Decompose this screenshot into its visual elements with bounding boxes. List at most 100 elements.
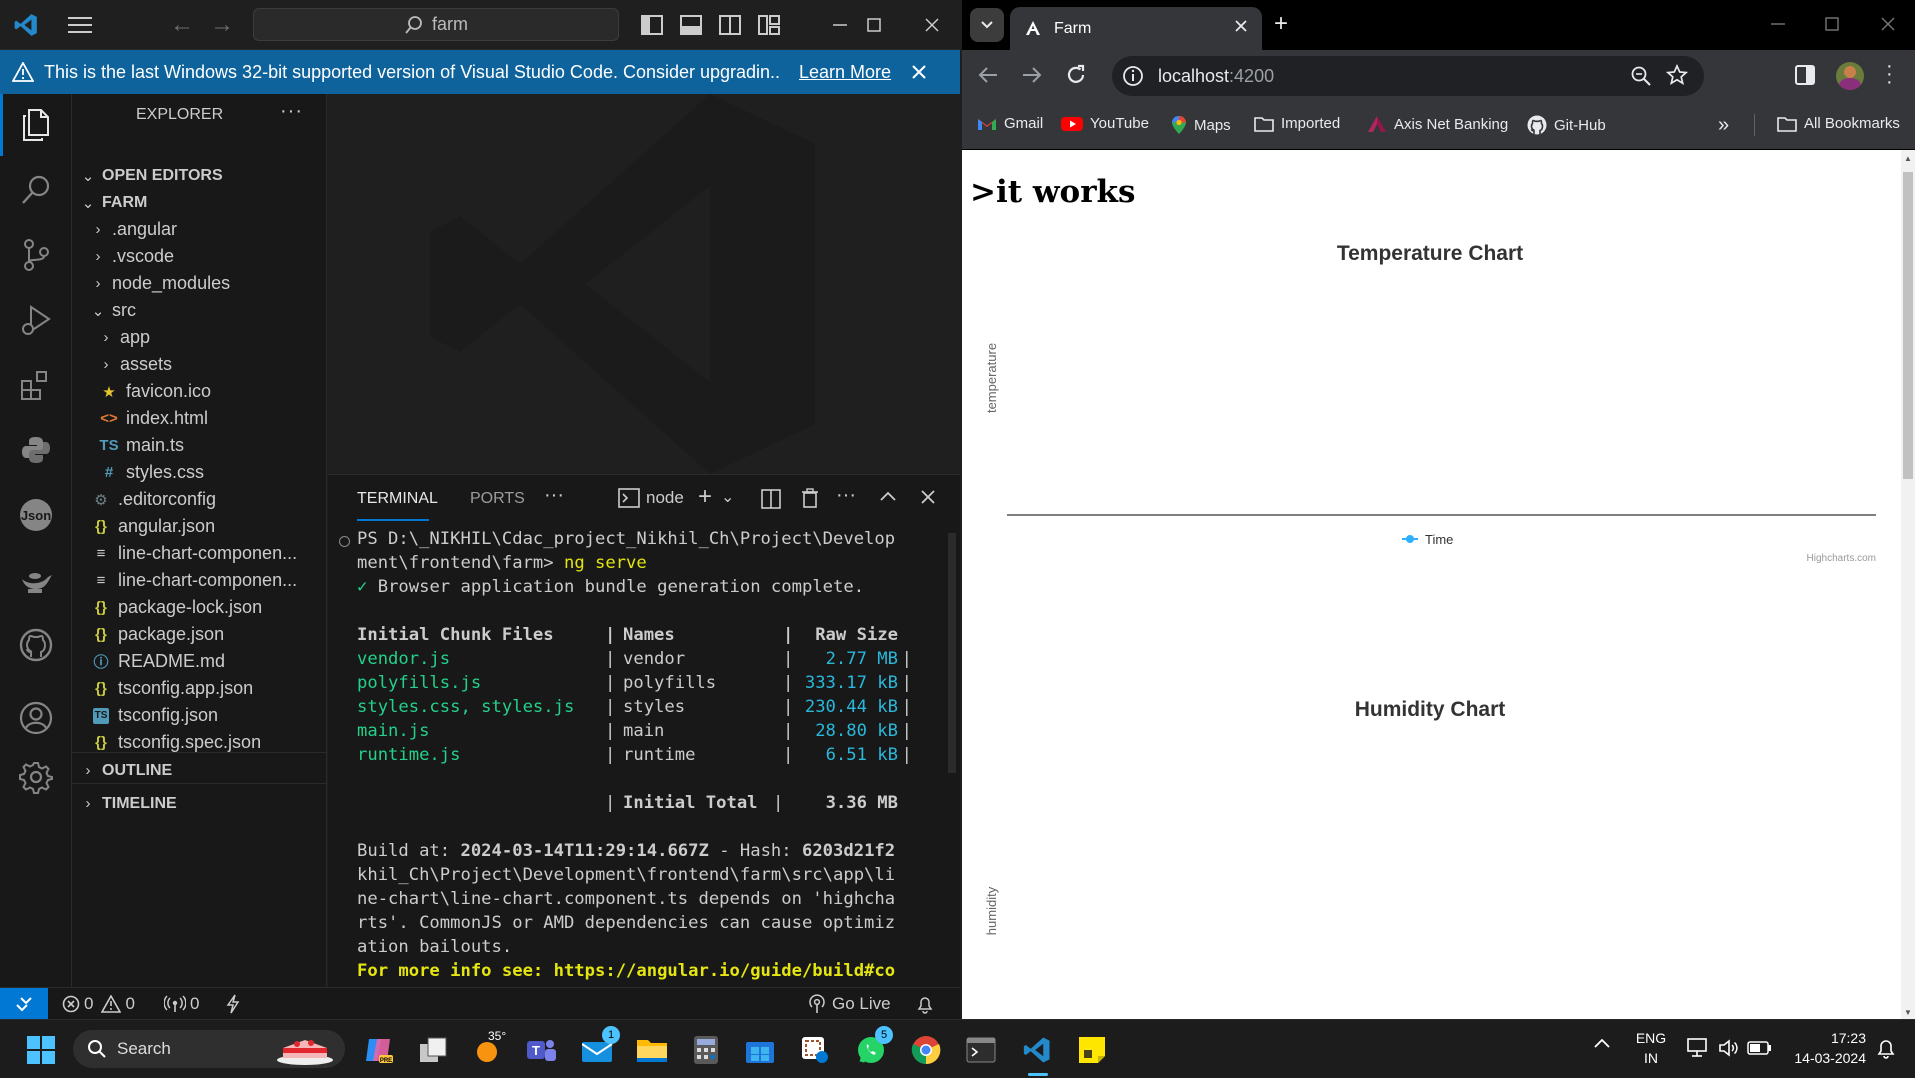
- folder-icon: [1254, 116, 1274, 132]
- chrome-toolbar: localhost:4200 · · ·: [962, 50, 1915, 102]
- text-file-icon: ≡: [96, 545, 106, 562]
- new-terminal-icon[interactable]: +: [698, 483, 712, 511]
- new-tab-icon[interactable]: +: [1274, 10, 1288, 38]
- tab-search-icon[interactable]: [970, 8, 1004, 42]
- copilot-icon[interactable]: PRE: [360, 1032, 396, 1068]
- terminal-shell-selector[interactable]: node: [618, 488, 684, 508]
- mail-badge: 1: [602, 1026, 620, 1044]
- language-indicator[interactable]: ENG IN: [1635, 1028, 1667, 1068]
- run-debug-icon[interactable]: [0, 289, 72, 351]
- mail-icon[interactable]: 1: [580, 1026, 620, 1068]
- more-actions-icon[interactable]: ···: [836, 484, 856, 507]
- split-terminal-icon[interactable]: [761, 489, 781, 509]
- page-scrollbar[interactable]: ▲ ▼: [1901, 150, 1915, 1019]
- toggle-panel-icon[interactable]: [675, 9, 707, 41]
- notifications-bell-icon[interactable]: [916, 994, 934, 1014]
- whatsapp-icon[interactable]: 5: [853, 1026, 893, 1068]
- trash-icon[interactable]: [801, 488, 819, 508]
- github-icon[interactable]: [0, 614, 72, 676]
- vscode-taskbar-icon[interactable]: [1019, 1032, 1055, 1068]
- more-tabs-icon[interactable]: ···: [544, 484, 564, 507]
- task-view-icon[interactable]: [415, 1032, 451, 1068]
- go-live-button[interactable]: Go Live: [808, 994, 891, 1014]
- toggle-secondary-sidebar-icon[interactable]: [714, 9, 746, 41]
- youtube-icon: [1061, 116, 1083, 131]
- close-window-icon[interactable]: [1880, 16, 1896, 32]
- terminal-taskbar-icon[interactable]: [963, 1032, 999, 1068]
- chrome-taskbar-icon[interactable]: [908, 1032, 944, 1068]
- chrome-menu-icon[interactable]: · · ·: [1886, 56, 1893, 92]
- maximize-icon[interactable]: [1824, 16, 1840, 32]
- network-icon[interactable]: [1686, 1038, 1708, 1058]
- zoom-icon[interactable]: [1630, 65, 1652, 87]
- store-icon[interactable]: [742, 1032, 778, 1068]
- python-icon[interactable]: [0, 419, 72, 481]
- taskbar-search-box[interactable]: Search: [73, 1030, 345, 1068]
- volume-icon[interactable]: [1718, 1038, 1740, 1058]
- explorer-icon[interactable]: [0, 94, 72, 156]
- tab-terminal[interactable]: TERMINAL: [357, 490, 438, 508]
- back-arrow-icon[interactable]: [977, 64, 999, 86]
- genie-lamp-icon[interactable]: [0, 549, 72, 611]
- close-panel-icon[interactable]: [920, 489, 936, 505]
- source-control-icon[interactable]: [0, 224, 72, 286]
- bookmark-youtube[interactable]: YouTube: [1061, 115, 1149, 132]
- remote-icon[interactable]: [0, 988, 48, 1020]
- show-hidden-icons[interactable]: [1594, 1038, 1610, 1048]
- file-explorer-icon[interactable]: [634, 1032, 670, 1068]
- reload-icon[interactable]: [1065, 64, 1087, 86]
- timeline-section[interactable]: › TIMELINE: [72, 787, 327, 820]
- close-tab-icon[interactable]: [1234, 19, 1248, 33]
- address-bar[interactable]: localhost:4200: [1112, 56, 1704, 96]
- bookmark-imported[interactable]: Imported: [1254, 115, 1340, 132]
- more-actions-icon[interactable]: ···: [280, 100, 303, 123]
- forward-arrow-icon[interactable]: →: [206, 9, 238, 41]
- bookmark-maps[interactable]: Maps: [1171, 115, 1231, 135]
- bookmark-git-hub[interactable]: Git-Hub: [1527, 115, 1606, 135]
- all-bookmarks[interactable]: All Bookmarks: [1777, 115, 1900, 132]
- back-arrow-icon[interactable]: ←: [166, 9, 198, 41]
- problems-indicator[interactable]: 0 0: [62, 994, 135, 1014]
- accounts-icon[interactable]: [0, 687, 72, 749]
- json-extension-icon[interactable]: Json: [0, 484, 72, 546]
- minimize-icon[interactable]: [1770, 16, 1786, 32]
- calculator-icon[interactable]: [688, 1032, 724, 1068]
- learn-more-link[interactable]: Learn More: [799, 62, 891, 83]
- side-panel-icon[interactable]: [1795, 65, 1815, 85]
- teams-icon[interactable]: T: [524, 1032, 560, 1068]
- close-notification-icon[interactable]: [911, 64, 927, 80]
- maximize-icon[interactable]: [858, 9, 890, 41]
- weather-widget[interactable]: 35°: [470, 1029, 506, 1068]
- battery-icon[interactable]: [1747, 1040, 1773, 1056]
- chunk-total-row: | Initial Total | 3.36 MB: [605, 793, 898, 813]
- windows-start-icon[interactable]: [23, 1032, 59, 1068]
- search-icon[interactable]: [0, 159, 72, 221]
- sticky-notes-icon[interactable]: [1074, 1032, 1110, 1068]
- settings-gear-icon[interactable]: [0, 746, 72, 808]
- legend-item[interactable]: Time: [1402, 532, 1453, 547]
- forward-arrow-icon[interactable]: [1021, 64, 1043, 86]
- maximize-panel-icon[interactable]: [879, 489, 897, 503]
- notification-bell-icon[interactable]: [1876, 1038, 1896, 1060]
- bookmark-star-icon[interactable]: [1666, 64, 1688, 86]
- extensions-icon[interactable]: [0, 354, 72, 416]
- close-window-icon[interactable]: [916, 9, 948, 41]
- ports-indicator[interactable]: 0: [164, 994, 199, 1014]
- customize-layout-icon[interactable]: [753, 9, 785, 41]
- chevron-down-icon[interactable]: ⌄: [721, 487, 734, 507]
- shell-name: node: [646, 488, 684, 507]
- more-bookmarks-icon[interactable]: »: [1718, 114, 1729, 137]
- snipping-tool-icon[interactable]: [797, 1032, 833, 1068]
- profile-avatar[interactable]: [1836, 62, 1864, 90]
- menu-icon[interactable]: [64, 9, 96, 41]
- lightning-icon[interactable]: [226, 994, 240, 1014]
- bookmark-axis-net-banking[interactable]: Axis Net Banking: [1367, 115, 1508, 133]
- browser-tab-farm[interactable]: Farm: [1010, 7, 1262, 50]
- command-center-search[interactable]: farm: [253, 8, 619, 41]
- bookmark-gmail[interactable]: Gmail: [977, 115, 1043, 132]
- toggle-primary-sidebar-icon[interactable]: [636, 9, 668, 41]
- system-clock[interactable]: 17:23 14-03-2024: [1782, 1028, 1866, 1068]
- terminal-output[interactable]: PS D:\_NIKHIL\Cdac_project_Nikhil_Ch\Pro…: [328, 527, 960, 988]
- tab-ports[interactable]: PORTS: [470, 490, 525, 508]
- minimize-icon[interactable]: [824, 9, 856, 41]
